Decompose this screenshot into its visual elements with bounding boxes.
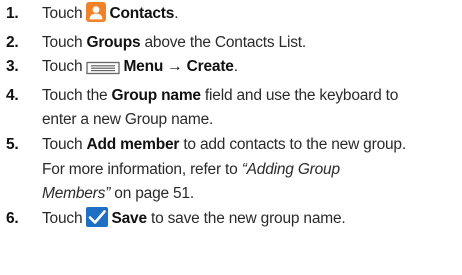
- step-text: For more information, refer to: [42, 160, 242, 178]
- step-text: .: [233, 58, 238, 76]
- step-4: 4. Touch the Group name field and use th…: [0, 84, 462, 133]
- step-text: Touch: [42, 135, 87, 153]
- step-text: field and use the keyboard to: [200, 86, 399, 104]
- instruction-list: 1. Touch Contacts. 2. Touch Groups above…: [0, 2, 462, 235]
- add-member-label: Add member: [86, 135, 180, 153]
- step-6: 6. Touch Save to save the new group name…: [0, 206, 462, 236]
- step-text: to add contacts to the new group.: [179, 135, 406, 153]
- step-line: Touch Add member to add contacts to the …: [42, 133, 462, 158]
- step-number: 4.: [6, 86, 19, 104]
- step-text: enter a new Group name.: [42, 111, 214, 129]
- step-text: Touch the: [42, 86, 112, 104]
- step-1: 1. Touch Contacts.: [0, 2, 462, 31]
- step-number: 6.: [6, 209, 19, 227]
- step-text: Touch: [42, 209, 87, 227]
- save-check-icon: [86, 206, 109, 236]
- save-label: Save: [111, 209, 147, 227]
- step-2: 2. Touch Groups above the Contacts List.: [0, 31, 462, 56]
- step-line: enter a new Group name.: [42, 108, 462, 133]
- contacts-label: Contacts: [109, 5, 175, 22]
- cross-reference-title: “Adding Group: [241, 160, 340, 178]
- step-3: 3. Touch Menu → Create.: [0, 55, 462, 84]
- step-line: Members” on page 51.: [42, 182, 462, 207]
- step-number: 5.: [6, 135, 19, 153]
- step-text: to save the new group name.: [146, 209, 346, 227]
- step-number: 3.: [6, 58, 19, 76]
- cross-reference-title: Members”: [42, 185, 111, 203]
- menu-key-icon: [86, 59, 121, 84]
- step-line: For more information, refer to “Adding G…: [42, 158, 462, 183]
- step-number: 1.: [6, 5, 19, 22]
- step-text: Touch: [42, 5, 87, 22]
- contacts-app-icon: [86, 2, 107, 31]
- step-5: 5. Touch Add member to add contacts to t…: [0, 133, 462, 207]
- step-text: above the Contacts List.: [140, 33, 306, 51]
- step-text: .: [174, 5, 179, 22]
- step-text: on page 51.: [110, 185, 194, 203]
- step-text: Touch: [42, 33, 87, 51]
- groups-label: Groups: [86, 33, 141, 51]
- group-name-label: Group name: [111, 86, 201, 104]
- menu-create-label: Menu → Create: [123, 58, 234, 76]
- step-number: 2.: [6, 33, 19, 51]
- step-text: Touch: [42, 58, 87, 76]
- step-line: Touch the Group name field and use the k…: [42, 84, 462, 109]
